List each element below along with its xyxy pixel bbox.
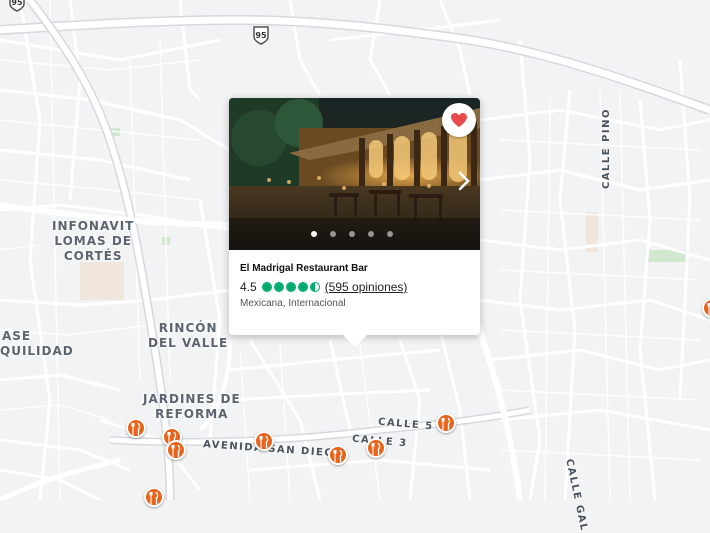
area-label-line: LOMAS DE bbox=[54, 234, 132, 248]
rating-bubbles bbox=[261, 282, 322, 292]
area-label-line: DEL VALLE bbox=[148, 336, 229, 350]
highway-shield-95: 95 bbox=[252, 25, 270, 45]
building-area bbox=[80, 262, 124, 300]
restaurant-popup-card[interactable]: El Madrigal Restaurant Bar 4.5 (595 opin… bbox=[229, 98, 480, 347]
pagination-dot[interactable] bbox=[311, 231, 317, 237]
street-label-calle-pino: CALLE PINO bbox=[601, 107, 613, 190]
rating-value: 4.5 bbox=[240, 280, 257, 294]
fork-knife-icon bbox=[171, 445, 181, 457]
heart-icon bbox=[451, 113, 467, 127]
favorite-button[interactable] bbox=[442, 103, 476, 137]
area-label-tranquilidad: ASE QUILIDAD bbox=[0, 329, 74, 359]
area-label-infonavit: INFONAVIT LOMAS DE CORTÉS bbox=[52, 219, 134, 264]
chevron-right-icon bbox=[458, 171, 470, 191]
fork-knife-icon bbox=[259, 436, 269, 448]
area-label-line: INFONAVIT bbox=[52, 219, 135, 233]
fork-knife-icon bbox=[371, 443, 381, 455]
highway-shield-95-top: 95 bbox=[8, 0, 26, 12]
area-label-line: ASE bbox=[2, 329, 32, 343]
highway-shield-label: 95 bbox=[255, 31, 267, 40]
area-label-line: REFORMA bbox=[155, 407, 229, 421]
restaurant-pin[interactable] bbox=[436, 413, 456, 433]
fork-knife-icon bbox=[149, 492, 159, 504]
area-label-line: CORTÉS bbox=[63, 249, 123, 263]
rating-bubble bbox=[273, 282, 284, 292]
area-label-line: QUILIDAD bbox=[0, 344, 74, 358]
restaurant-pin[interactable] bbox=[144, 487, 164, 507]
rating-bubble bbox=[285, 282, 296, 292]
highway-shield-label: 95 bbox=[11, 0, 23, 7]
area-label-jardines: JARDINES DE REFORMA bbox=[143, 392, 241, 422]
cuisine-text: Mexicana, Internacional bbox=[240, 298, 346, 309]
rating-bubble bbox=[297, 282, 308, 292]
next-photo-button[interactable] bbox=[456, 170, 472, 192]
restaurant-pin[interactable] bbox=[126, 418, 146, 438]
restaurant-photo[interactable] bbox=[229, 98, 480, 250]
restaurant-pin[interactable] bbox=[328, 445, 348, 465]
fork-knife-icon bbox=[441, 418, 451, 430]
rating-bubble bbox=[309, 282, 320, 292]
reviews-link[interactable]: (595 opiniones) bbox=[325, 280, 408, 294]
area-label-line: RINCÓN bbox=[158, 321, 218, 335]
area-label-line: JARDINES DE bbox=[143, 392, 241, 406]
area-label-rincon: RINCÓN DEL VALLE bbox=[148, 321, 228, 351]
restaurant-pin[interactable] bbox=[366, 438, 386, 458]
fork-knife-icon bbox=[333, 450, 343, 462]
restaurant-pin[interactable] bbox=[166, 440, 186, 460]
restaurant-pin[interactable] bbox=[254, 431, 274, 451]
pagination-dot[interactable] bbox=[349, 231, 355, 237]
rating-bubble bbox=[261, 282, 272, 292]
rating-row: 4.5 (595 opiniones) bbox=[240, 279, 407, 295]
pagination-dot[interactable] bbox=[368, 231, 374, 237]
fork-knife-icon bbox=[131, 423, 141, 435]
pagination-dot[interactable] bbox=[387, 231, 393, 237]
restaurant-name[interactable]: El Madrigal Restaurant Bar bbox=[240, 263, 368, 274]
pagination-dot[interactable] bbox=[330, 231, 336, 237]
